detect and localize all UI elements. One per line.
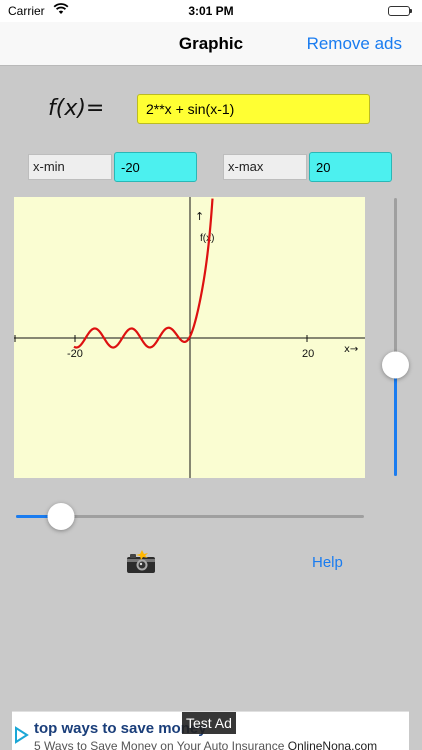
x-tick-label-right: 20 xyxy=(302,348,314,360)
status-bar: Carrier 3:01 PM xyxy=(0,0,422,22)
horizontal-zoom-slider[interactable] xyxy=(16,503,364,530)
ad-subtitle-text: 5 Ways to Save Money on Your Auto Insura… xyxy=(34,739,285,750)
ad-choices-icon[interactable] xyxy=(14,724,30,748)
function-label: f(x)= xyxy=(48,96,105,121)
plot-canvas: -20 20 x→ ↑ f(x) xyxy=(14,197,365,478)
help-link[interactable]: Help xyxy=(312,554,343,571)
battery-icon xyxy=(388,6,412,16)
ad-subtitle[interactable]: 5 Ways to Save Money on Your Auto Insura… xyxy=(34,739,377,750)
xmin-label: x-min xyxy=(28,154,112,180)
test-ad-badge: Test Ad xyxy=(182,712,236,734)
horizontal-slider-thumb[interactable] xyxy=(47,503,75,530)
navigation-bar: Graphic Remove ads xyxy=(0,22,422,66)
ad-title[interactable]: top ways to save money xyxy=(34,720,207,737)
x-axis-label: x→ xyxy=(344,344,358,355)
camera-flash-icon[interactable] xyxy=(126,550,156,574)
function-plot[interactable]: -20 20 x→ ↑ f(x) xyxy=(14,197,365,478)
formula-input[interactable] xyxy=(137,94,370,124)
function-curve xyxy=(73,198,214,349)
x-tick-label-left: -20 xyxy=(67,348,83,360)
xmax-label: x-max xyxy=(223,154,307,180)
xmin-input[interactable] xyxy=(114,152,197,182)
status-time: 3:01 PM xyxy=(188,4,234,18)
y-axis-label: f(x) xyxy=(200,233,214,244)
ad-banner[interactable]: top ways to save money 5 Ways to Save Mo… xyxy=(12,711,409,750)
remove-ads-button[interactable]: Remove ads xyxy=(307,34,402,54)
vertical-slider-fill xyxy=(394,364,397,476)
y-axis-arrow: ↑ xyxy=(195,210,204,223)
vertical-slider-thumb[interactable] xyxy=(382,351,409,379)
ad-brand: OnlineNona.com xyxy=(287,739,378,750)
xmax-input[interactable] xyxy=(309,152,392,182)
vertical-zoom-slider[interactable] xyxy=(382,198,409,476)
